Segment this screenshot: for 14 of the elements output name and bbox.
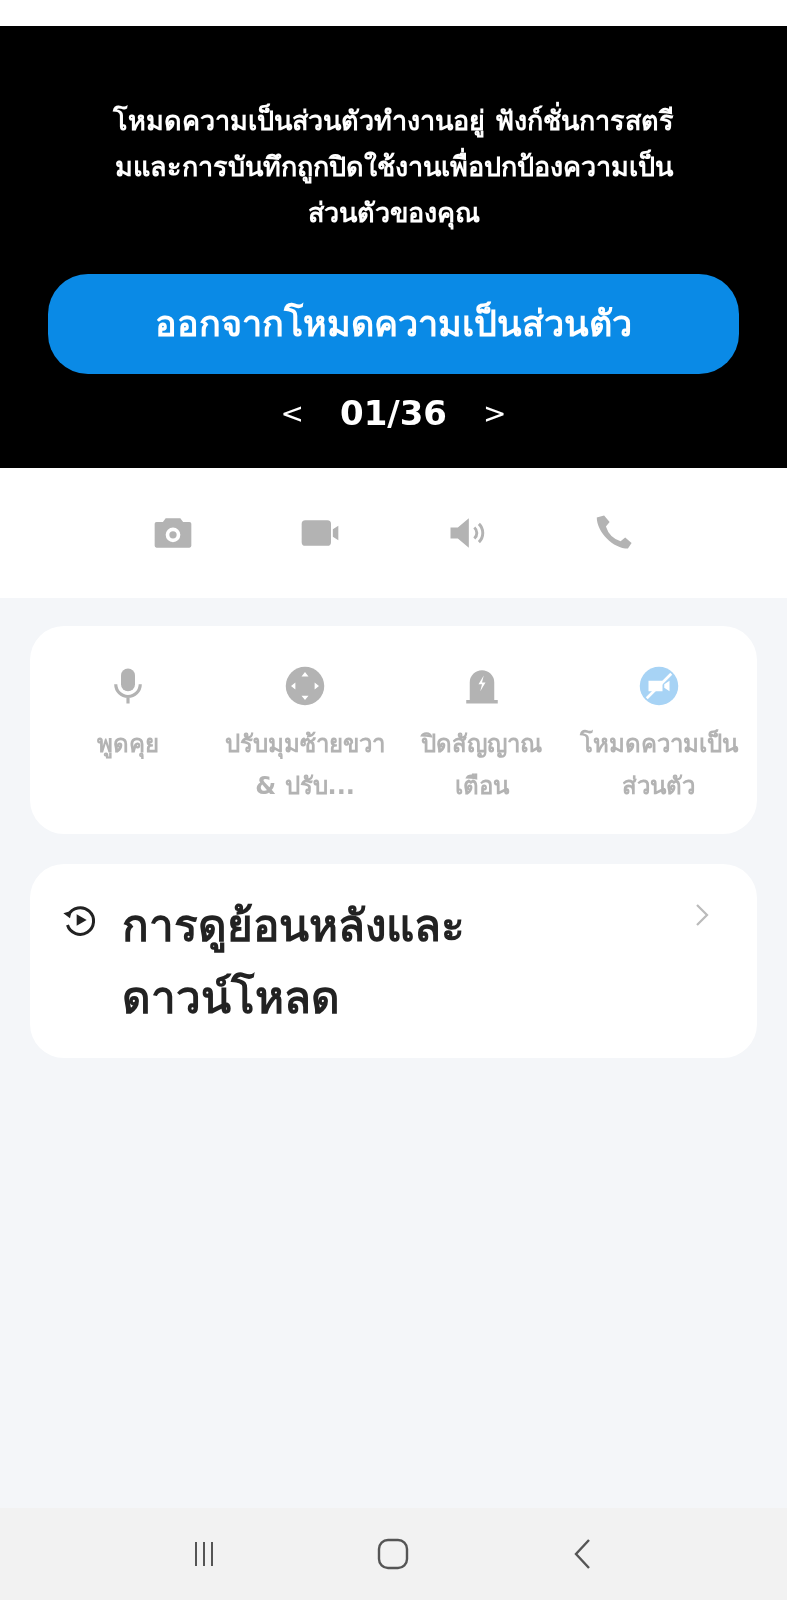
feature-label[interactable]: ปรับมุมซ้ายขวา & ปรับ... — [222, 723, 388, 807]
camera-off-icon[interactable] — [637, 665, 680, 707]
privacy-message: โหมดความเป็นส่วนตัวทำงานอยู่ ฟังก์ชั่นการสตรีมและการบันทึกถูกปิดใช้งานเพื่อปกป้องความเป็นส่วนตัวของคุณ — [108, 98, 679, 236]
feature-label[interactable]: โหมดความเป็นส่วนตัว — [576, 723, 741, 807]
playback-title: การดูย้อนหลังและดาวน์โหลด — [122, 899, 466, 1025]
home-icon[interactable] — [376, 1537, 411, 1571]
previous-button[interactable]: < — [274, 391, 310, 436]
next-button[interactable]: > — [477, 391, 513, 436]
page-counter: 01/36 — [339, 392, 447, 435]
direction-pad-icon[interactable] — [284, 665, 327, 707]
exit-privacy-button[interactable]: ออกจากโหมดความเป็นส่วนตัว — [48, 274, 739, 374]
feature-label[interactable]: พูดคุย — [97, 723, 160, 765]
feature-label[interactable]: ปิดสัญญาณเตือน — [399, 723, 565, 807]
playback-card[interactable]: การดูย้อนหลังและดาวน์โหลด — [30, 864, 757, 1058]
